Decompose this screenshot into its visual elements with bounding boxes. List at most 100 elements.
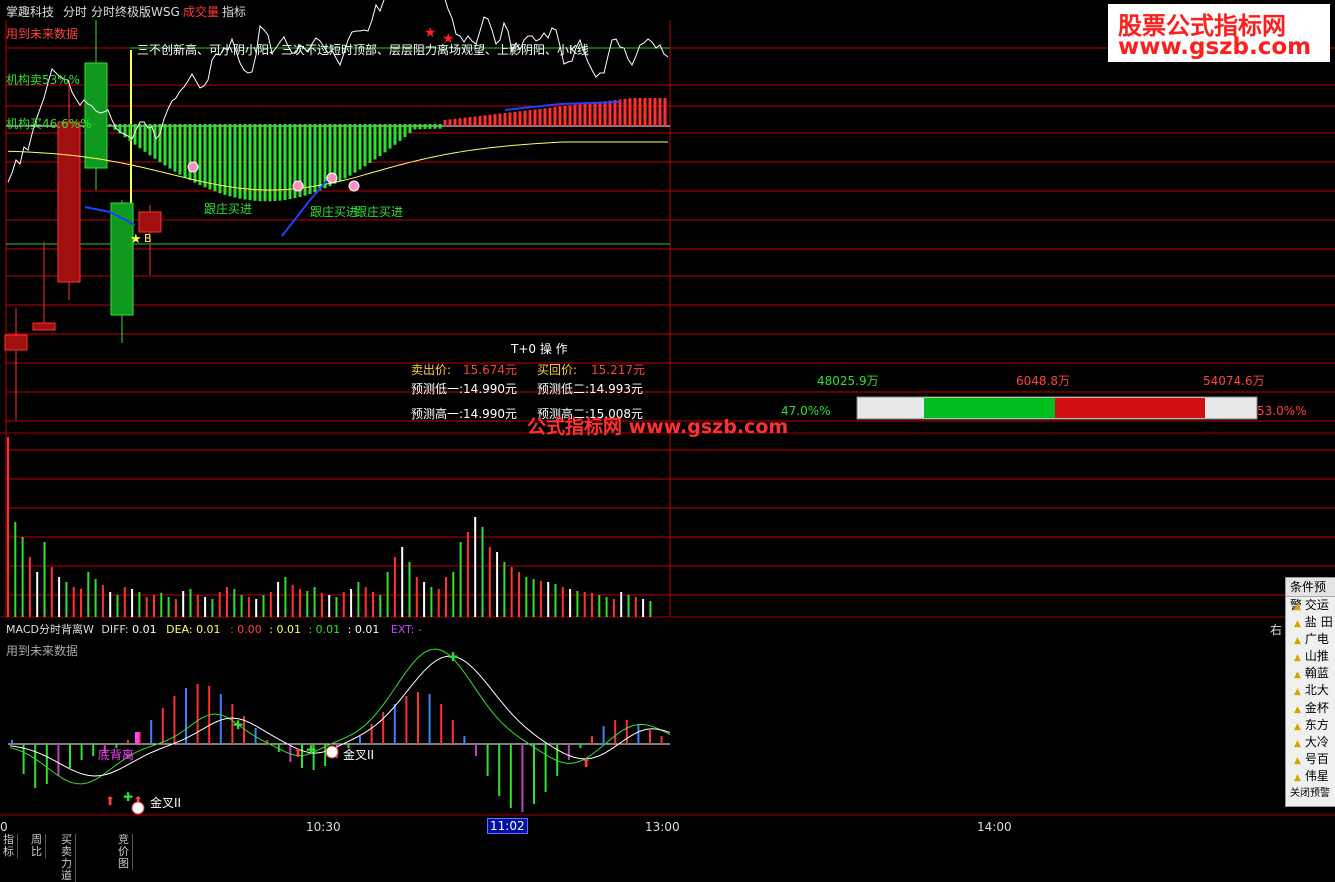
tab-volume[interactable]: 成交量: [183, 3, 219, 20]
volume-bars: [7, 437, 652, 617]
flow-bar-green: [924, 398, 1055, 418]
macd-dea: 0.01: [196, 623, 221, 636]
tab-buy-sell-power[interactable]: 买卖力道: [58, 834, 76, 882]
macd-gold-cross-2: 金叉II: [343, 748, 375, 762]
buy-signal-icon-2: [326, 172, 338, 184]
macd-v4: : 0.01: [269, 623, 301, 636]
buy-signal-icon-1: [292, 180, 304, 192]
time-label-1400: 14:00: [977, 820, 1012, 834]
macd-diff-label: DIFF:: [101, 623, 129, 636]
tab-indicators[interactable]: 指标: [222, 3, 246, 20]
inst-buy-label: 机构买46.6%%: [6, 117, 92, 131]
flow-right: 54074.6万: [1203, 374, 1265, 388]
macd-divergence-marker: [135, 732, 139, 744]
macd-down-arrow-0: ✚: [123, 790, 133, 804]
condition-alert-item-label: 东方: [1304, 717, 1329, 732]
buy-star-icon: ★: [130, 232, 142, 247]
grid-lines: [5, 20, 1335, 617]
headline-strategy: 三不创新高、可小阴小阳、三次不过短时顶部、层层阻力离场观望、上影阴阳、小K线: [137, 43, 589, 57]
time-label-1102[interactable]: 11:02: [487, 818, 528, 834]
watermark-logo: 股票公式指标网 www.gszb.com: [1108, 4, 1330, 62]
signal-label-2: 跟庄买进: [310, 205, 359, 219]
condition-alert-item-label: 交运: [1304, 598, 1329, 612]
macd-v6: : 0.01: [347, 623, 380, 636]
macd-name: MACD分时背离W: [6, 623, 94, 636]
macd-diff: 0.01: [132, 623, 157, 636]
condition-alert-panel: 条件预警 ▲ 交运 ▲ 盐 田 ▲ 广电 ▲ 山推 ▲ 翰蓝 ▲ 北大 ▲ 金杯 ▲ 东方 ▲ 大冷 ▲ 号百 ▲ 伟星 …: [1285, 577, 1335, 807]
star-b-label: B: [144, 232, 152, 245]
condition-alert-item-label: 盐 田: [1304, 615, 1333, 630]
center-watermark: 公式指标网 www.gszb.com: [527, 416, 789, 438]
alert-arrow-icon: ▲: [1294, 704, 1301, 715]
alert-arrow-icon: ▲: [1294, 721, 1301, 732]
macd-up-arrow-2: ⬆: [293, 746, 303, 760]
macd-layer: ⬆ ⬆⬆⬆✚✚✚✚: [8, 648, 671, 815]
flow-mid: 6048.8万: [1016, 374, 1070, 388]
condition-alert-item[interactable]: ▲ 翰蓝: [1286, 665, 1335, 682]
condition-alert-item[interactable]: ▲ 交运: [1286, 597, 1335, 614]
t0-low1: 预测低一:14.990元: [411, 382, 518, 396]
macd-down-arrow-2: ✚: [306, 743, 316, 757]
macd-down-arrow-3: ✚: [448, 650, 458, 664]
condition-alert-item-label: 伟星: [1304, 768, 1329, 783]
condition-alert-item[interactable]: ▲ 盐 田: [1286, 614, 1335, 631]
t0-buyback-value: 15.217元: [591, 363, 645, 377]
macd-cross-icon-1: [325, 745, 339, 759]
macd-up-arrow-3: ⬆: [581, 756, 591, 770]
macd-v5: : 0.01: [308, 623, 341, 636]
t0-low2: 预测低二:14.993元: [537, 382, 644, 396]
future-data-label: 用到未来数据: [6, 27, 79, 41]
t0-buyback-label: 买回价:: [537, 363, 578, 377]
condition-alert-item[interactable]: ▲ 广电: [1286, 631, 1335, 648]
tab-indicator-wsg[interactable]: 分时终极版WSG: [91, 3, 180, 20]
tab-intraday[interactable]: 分时: [63, 3, 87, 20]
condition-alert-item[interactable]: ▲ 号百: [1286, 751, 1335, 768]
macd-gold-cross-1: 金叉II: [150, 796, 182, 810]
flow-bar: [856, 396, 1258, 420]
macd-cross-icon-0: [131, 801, 145, 815]
top-bar: 掌趣科技 分时 分时终极版WSG 成交量 指标: [0, 0, 1100, 20]
candle-body-5: [138, 211, 162, 233]
candle-body-0: [4, 334, 28, 351]
condition-alert-item[interactable]: ▲ 山推: [1286, 648, 1335, 665]
macd-diff-line: [9, 648, 671, 785]
macd-down-arrow-1: ✚: [233, 718, 243, 732]
macd-ext-label: EXT:: [390, 623, 415, 636]
candle-body-4: [110, 202, 134, 316]
tab-weekly-ratio[interactable]: 周比: [28, 834, 46, 858]
stock-name[interactable]: 掌趣科技: [6, 3, 54, 20]
condition-alert-item[interactable]: ▲ 北大: [1286, 682, 1335, 699]
macd-ext: -: [417, 623, 422, 636]
buy-signal-icon-3: [348, 180, 360, 192]
tab-auction-chart[interactable]: 竞价图: [115, 834, 133, 870]
condition-alert-item-label: 山推: [1304, 649, 1329, 664]
signal-label-3: 跟庄买进: [355, 205, 404, 219]
condition-alert-item[interactable]: ▲ 大冷: [1286, 734, 1335, 751]
condition-alert-footer[interactable]: 关闭预警: [1286, 785, 1335, 802]
time-label-1300: 13:00: [645, 820, 680, 834]
sell-star-icon-0: ★: [424, 25, 437, 41]
macd-right-cut: 右: [1270, 623, 1283, 637]
inst-sell-label: 机构卖53%%: [6, 73, 81, 87]
tab-indicator[interactable]: 指标: [0, 834, 18, 858]
macd-future-label: 用到未来数据: [6, 644, 79, 658]
candle-body-2: [57, 121, 81, 283]
alert-arrow-icon: ▲: [1294, 619, 1301, 630]
time-label-1030: 10:30: [306, 820, 341, 834]
condition-alert-item[interactable]: ▲ 东方: [1286, 717, 1335, 734]
macd-up-arrow-0: ⬆: [105, 794, 115, 808]
flow-left-pct: 47.0%%: [781, 404, 831, 418]
alert-arrow-icon: ▲: [1294, 602, 1301, 612]
macd-header: MACD分时背离W DIFF: 0.01 DEA: 0.01 : 0.00 : …: [6, 621, 422, 637]
time-label-0: 0: [0, 820, 8, 834]
t0-high1: 预测高一:14.990元: [411, 407, 518, 421]
buy-signal-icon-0: [187, 161, 199, 173]
macd-v4-value: 0.01: [276, 623, 301, 636]
condition-alert-item[interactable]: ▲ 金杯: [1286, 700, 1335, 717]
t0-title: T+0 操 作: [511, 342, 568, 356]
condition-alert-item[interactable]: ▲ 伟星: [1286, 768, 1335, 785]
alert-arrow-icon: ▲: [1294, 687, 1301, 698]
watermark-url: www.gszb.com: [1118, 34, 1312, 60]
macd-divergence-label: 底背离: [98, 748, 135, 762]
condition-alert-item-label: 大冷: [1304, 734, 1329, 749]
